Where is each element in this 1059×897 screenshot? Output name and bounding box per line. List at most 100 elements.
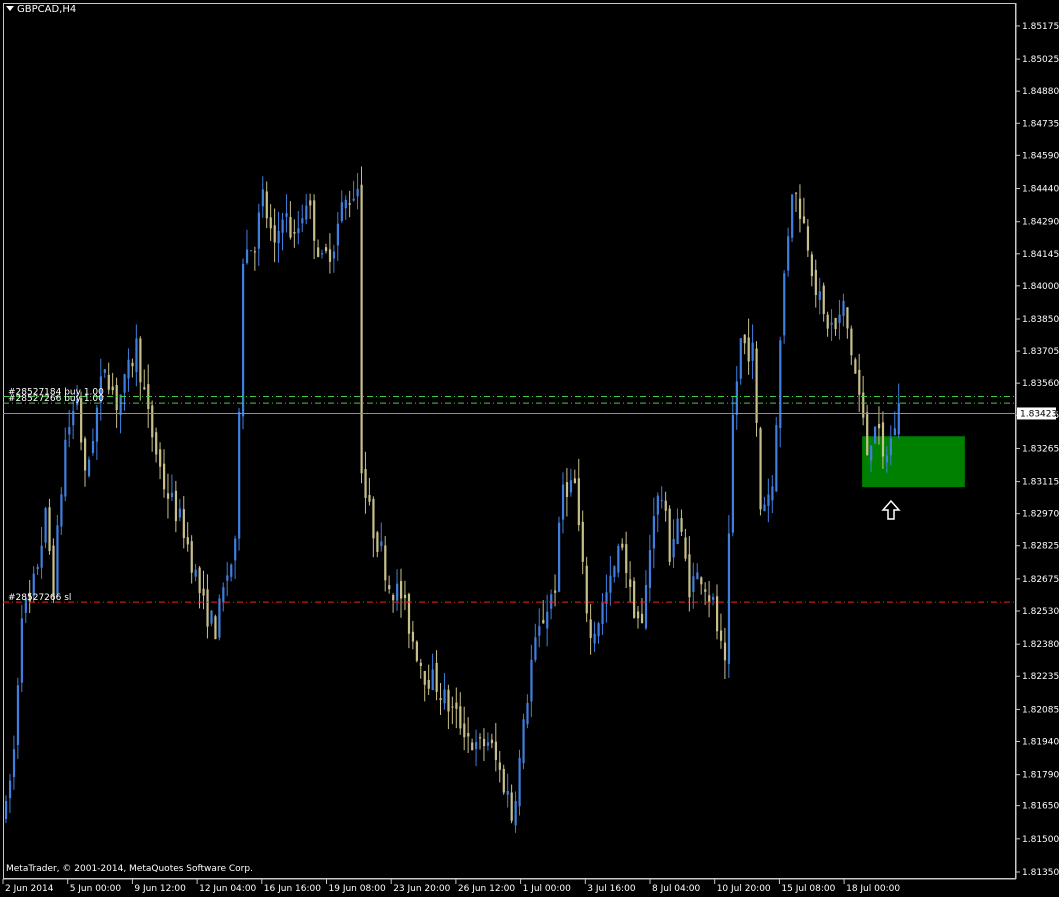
candle-body bbox=[344, 199, 347, 209]
price-tick-label: 1.81940 bbox=[1022, 737, 1059, 747]
candle-body bbox=[676, 518, 679, 544]
copyright-notice: MetaTrader, © 2001-2014, MetaQuotes Soft… bbox=[6, 864, 253, 874]
candle-body bbox=[36, 566, 39, 570]
price-tick-label: 1.82380 bbox=[1022, 640, 1059, 650]
candle-body bbox=[87, 459, 91, 477]
candle-body bbox=[779, 340, 782, 429]
candle-body bbox=[249, 250, 253, 252]
candle-body bbox=[226, 575, 229, 581]
candle-body bbox=[301, 218, 304, 224]
candle-body bbox=[617, 545, 620, 573]
price-tick-label: 1.83560 bbox=[1022, 379, 1059, 389]
candle-body bbox=[411, 631, 415, 642]
candle-body bbox=[56, 525, 59, 595]
time-tick-label: 23 Jun 20:00 bbox=[393, 884, 450, 894]
candle-body bbox=[467, 732, 470, 737]
zone-rectangle[interactable] bbox=[862, 436, 965, 488]
candlestick-chart[interactable]: #28527184 buy 1.00#28527266 buy 1.00#285… bbox=[0, 0, 1059, 897]
candle-body bbox=[111, 386, 114, 391]
candle-body bbox=[396, 583, 399, 601]
candle-body bbox=[783, 273, 786, 336]
candle-body bbox=[273, 225, 276, 243]
candle-body bbox=[392, 595, 395, 601]
candle-body bbox=[696, 572, 699, 580]
candle-body bbox=[640, 613, 644, 624]
candle-body bbox=[787, 236, 790, 271]
candle-body bbox=[854, 359, 857, 374]
time-tick-label: 1 Jul 00:00 bbox=[523, 884, 572, 894]
candle-body bbox=[700, 577, 703, 585]
buy-order-label: #28527266 buy 1.00 bbox=[8, 394, 104, 404]
candle-body bbox=[881, 422, 885, 457]
price-tick-label: 1.82530 bbox=[1022, 607, 1059, 617]
candle-body bbox=[372, 498, 375, 539]
candle-body bbox=[652, 516, 655, 549]
candle-body bbox=[739, 338, 742, 379]
candle-body bbox=[502, 768, 505, 793]
candle-body bbox=[360, 184, 363, 474]
candle-body bbox=[447, 689, 450, 712]
candle-body bbox=[613, 566, 616, 577]
candle-body bbox=[80, 398, 83, 443]
candle-body bbox=[838, 314, 841, 323]
candle-body bbox=[20, 618, 23, 683]
candle-body bbox=[16, 685, 20, 746]
candle-body bbox=[463, 723, 466, 738]
candle-body bbox=[723, 642, 727, 661]
time-tick-label: 8 Jul 04:00 bbox=[652, 884, 701, 894]
candle-body bbox=[870, 445, 873, 461]
candle-body bbox=[210, 610, 213, 624]
candle-body bbox=[877, 423, 881, 429]
candle-body bbox=[621, 543, 624, 548]
candle-body bbox=[573, 478, 576, 484]
candle-body bbox=[846, 307, 849, 329]
candle-body bbox=[759, 428, 762, 510]
candle-body bbox=[107, 374, 110, 390]
candle-body bbox=[12, 749, 16, 778]
candle-body bbox=[415, 641, 418, 661]
time-tick-label: 5 Jun 00:00 bbox=[70, 884, 122, 894]
candle-body bbox=[222, 587, 225, 603]
candle-body bbox=[858, 369, 861, 395]
candle-body bbox=[684, 537, 687, 559]
candle-body bbox=[601, 602, 604, 625]
candle-body bbox=[751, 342, 754, 361]
candle-body bbox=[680, 518, 683, 532]
candle-body bbox=[866, 412, 869, 456]
candle-body bbox=[174, 490, 178, 522]
candle-body bbox=[893, 428, 896, 436]
candle-body bbox=[558, 522, 561, 592]
candle-body bbox=[743, 334, 746, 344]
candle-body bbox=[668, 508, 671, 562]
candle-body bbox=[664, 500, 667, 511]
candle-body bbox=[127, 359, 130, 379]
candle-body bbox=[897, 403, 900, 435]
candle-body bbox=[328, 249, 332, 262]
candle-body bbox=[542, 619, 545, 624]
candle-body bbox=[230, 564, 233, 577]
candle-body bbox=[625, 544, 628, 573]
candle-body bbox=[830, 322, 833, 325]
candle-body bbox=[834, 317, 837, 330]
candle-body bbox=[747, 337, 750, 362]
candle-body bbox=[554, 590, 557, 593]
price-tick-label: 1.84290 bbox=[1022, 218, 1059, 228]
candle-body bbox=[565, 482, 569, 497]
candle-body bbox=[431, 669, 434, 691]
candle-body bbox=[324, 247, 328, 252]
candle-body bbox=[151, 405, 154, 438]
candle-body bbox=[332, 251, 336, 259]
candle-body bbox=[637, 611, 640, 619]
price-tick-label: 1.84000 bbox=[1022, 282, 1059, 292]
candle-body bbox=[348, 203, 351, 205]
candle-body bbox=[633, 580, 636, 618]
candle-body bbox=[842, 300, 845, 316]
candle-body bbox=[767, 494, 770, 506]
candle-body bbox=[735, 381, 738, 415]
candle-body bbox=[791, 194, 794, 238]
candle-body bbox=[885, 455, 889, 463]
candle-body bbox=[716, 596, 719, 632]
candle-body bbox=[818, 291, 821, 300]
candle-body bbox=[427, 679, 430, 689]
candle-body bbox=[810, 254, 813, 277]
